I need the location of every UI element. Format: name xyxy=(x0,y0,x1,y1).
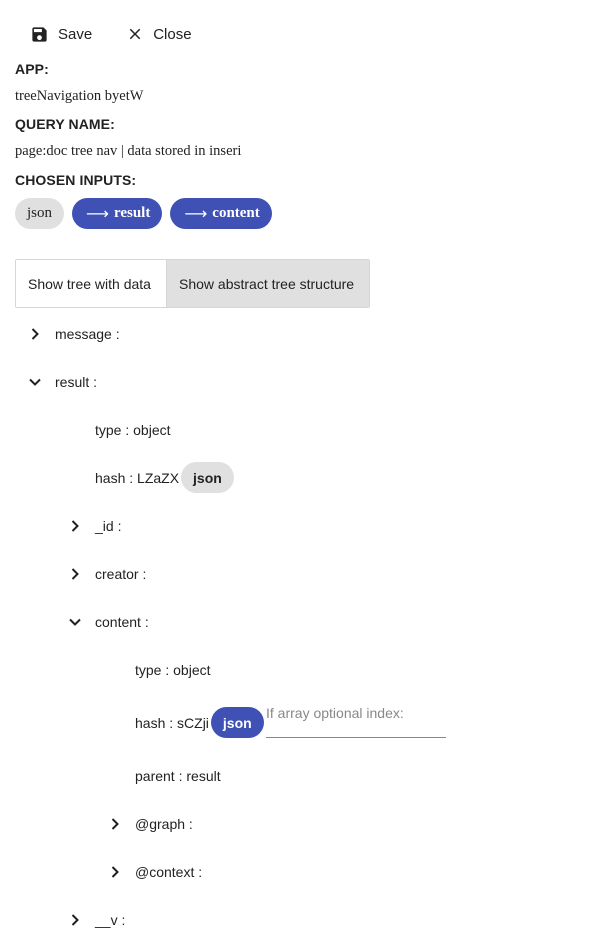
show-tree-with-data-button[interactable]: Show tree with data xyxy=(16,260,166,307)
app-value: treeNavigation byetW xyxy=(15,88,144,104)
chevron-right-icon[interactable] xyxy=(68,567,82,581)
chevron-down-icon[interactable] xyxy=(28,375,42,389)
hash-label: hash : LZaZX xyxy=(95,469,180,486)
chevron-right-icon[interactable] xyxy=(68,913,82,927)
hash-label: hash : sCZji xyxy=(135,714,209,731)
chevron-right-icon[interactable] xyxy=(108,865,122,879)
array-index-input[interactable] xyxy=(266,705,446,721)
query-name-value: page:doc tree nav | data stored in inser… xyxy=(15,143,242,159)
array-index-field[interactable] xyxy=(266,705,446,738)
chevron-right-icon[interactable] xyxy=(28,327,42,341)
tree-node-result-hash: hash : LZaZX json xyxy=(95,462,234,493)
tree-node-result: result : xyxy=(55,374,98,390)
input-chip-label: content xyxy=(212,205,260,221)
tree-node-context: @context : xyxy=(135,864,203,880)
tree-node-result-type: type : object xyxy=(95,422,171,438)
input-chip-result[interactable]: ⟶ result xyxy=(72,198,163,229)
tree-view-toggle: Show tree with data Show abstract tree s… xyxy=(15,259,370,308)
arrow-right-icon: ⟶ xyxy=(184,204,208,223)
app-label: APP: xyxy=(15,61,49,77)
tree-node-content-type: type : object xyxy=(135,662,211,678)
save-label: Save xyxy=(58,25,93,43)
chosen-inputs-list: json ⟶ result ⟶ content xyxy=(15,198,280,229)
tree-node-content: content : xyxy=(95,614,149,630)
close-label: Close xyxy=(153,25,192,43)
hash-json-chip-selected[interactable]: json xyxy=(210,707,264,738)
tree-node-content-parent: parent : result xyxy=(135,768,221,784)
chosen-inputs-label: CHOSEN INPUTS: xyxy=(15,172,137,188)
tree-node-creator: creator : xyxy=(95,566,147,582)
tree-node-content-hash: hash : sCZji json xyxy=(135,707,264,738)
toolbar: Save Close xyxy=(30,22,192,46)
close-button[interactable]: Close xyxy=(126,25,192,43)
save-icon xyxy=(30,25,49,44)
save-button[interactable]: Save xyxy=(30,25,92,44)
close-icon xyxy=(126,25,144,43)
chevron-down-icon[interactable] xyxy=(68,615,82,629)
tree-node-v: __v : xyxy=(95,912,126,928)
query-name-label: QUERY NAME: xyxy=(15,116,115,132)
chevron-right-icon[interactable] xyxy=(68,519,82,533)
tree-node-message: message : xyxy=(55,326,120,342)
tree-node-id: _id : xyxy=(95,518,122,534)
input-chip-label: result xyxy=(113,205,151,221)
tree-node-graph: @graph : xyxy=(135,816,193,832)
arrow-right-icon: ⟶ xyxy=(86,204,109,223)
input-chip-label: json xyxy=(27,205,53,221)
chevron-right-icon[interactable] xyxy=(108,817,122,831)
hash-json-chip: json xyxy=(181,462,234,493)
input-chip-json: json xyxy=(15,198,65,229)
input-chip-content[interactable]: ⟶ content xyxy=(170,198,272,229)
show-abstract-tree-button[interactable]: Show abstract tree structure xyxy=(166,260,369,307)
